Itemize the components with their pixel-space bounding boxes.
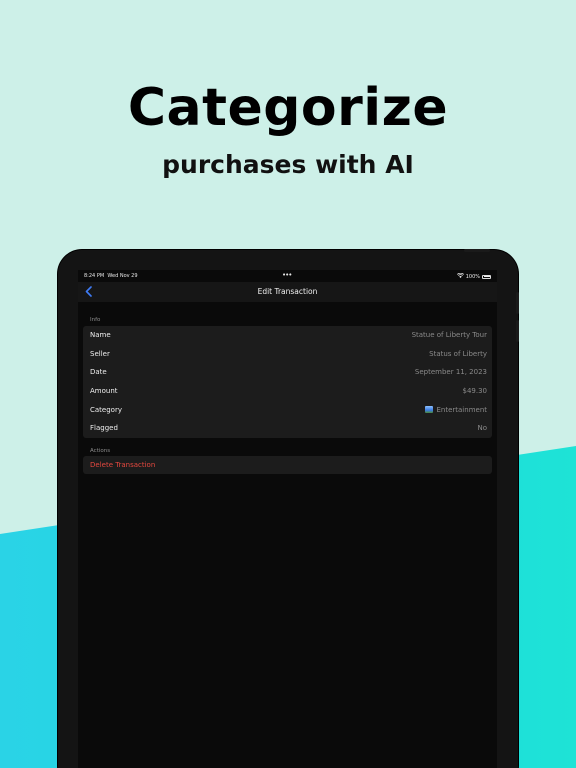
navigation-bar: Edit Transaction	[78, 282, 497, 302]
delete-transaction-label: Delete Transaction	[90, 461, 156, 469]
actions-group: Delete Transaction	[83, 456, 492, 474]
category-value: Entertainment	[436, 405, 487, 414]
row-value: $49.30	[463, 387, 488, 395]
volume-down-button	[516, 320, 519, 342]
status-date: Wed Nov 29	[107, 273, 138, 279]
row-label: Flagged	[90, 424, 118, 433]
multitasking-dots-icon[interactable]: •••	[282, 271, 292, 279]
seller-value: Status of Liberty	[429, 349, 487, 358]
flagged-value: No	[477, 424, 487, 433]
status-time: 8:24 PM	[84, 273, 105, 279]
promo-subhead: purchases with AI	[162, 150, 414, 179]
promo-headline: Categorize	[127, 78, 449, 138]
row-category[interactable]: Category Entertainment	[83, 401, 492, 420]
row-seller[interactable]: Seller Status of Liberty	[83, 345, 492, 364]
name-value: Statue of Liberty Tour	[411, 331, 487, 339]
status-indicators: 100%	[456, 272, 491, 280]
status-bar: 8:24 PM Wed Nov 29 ••• 100%	[78, 270, 497, 282]
row-flagged[interactable]: Flagged No	[83, 419, 492, 438]
date-value: September 11, 2023	[414, 368, 487, 377]
app-screen: 8:24 PM Wed Nov 29 ••• 100% Edit Transac…	[78, 270, 497, 768]
battery-icon	[482, 274, 491, 279]
amount-value: $49.30	[462, 387, 488, 396]
delete-transaction-button[interactable]: Delete Transaction	[83, 456, 492, 474]
info-section-label: Info	[90, 317, 101, 323]
row-label: Name	[90, 331, 111, 339]
row-date[interactable]: Date September 11, 2023	[83, 363, 492, 382]
row-label: Amount	[90, 387, 118, 396]
row-value: Status of Liberty	[429, 350, 487, 358]
info-group: Name Statue of Liberty Tour Seller Statu…	[83, 326, 492, 439]
row-name[interactable]: Name Statue of Liberty Tour	[83, 326, 492, 345]
image-icon	[425, 406, 434, 414]
status-time-date: 8:24 PM Wed Nov 29	[84, 273, 138, 279]
row-value: No	[477, 424, 487, 432]
volume-up-button	[516, 292, 519, 314]
row-label: Category	[90, 405, 122, 414]
row-value: Statue of Liberty Tour	[412, 331, 487, 339]
actions-section-label: Actions	[90, 448, 111, 454]
row-value: September 11, 2023	[415, 368, 487, 376]
battery-percent: 100%	[465, 273, 480, 280]
wifi-icon	[456, 272, 464, 280]
row-value: Entertainment	[425, 406, 487, 414]
row-amount[interactable]: Amount $49.30	[83, 382, 492, 401]
row-label: Seller	[90, 349, 110, 358]
top-button	[464, 249, 490, 252]
page-title: Edit Transaction	[257, 287, 318, 296]
row-label: Date	[90, 368, 107, 377]
